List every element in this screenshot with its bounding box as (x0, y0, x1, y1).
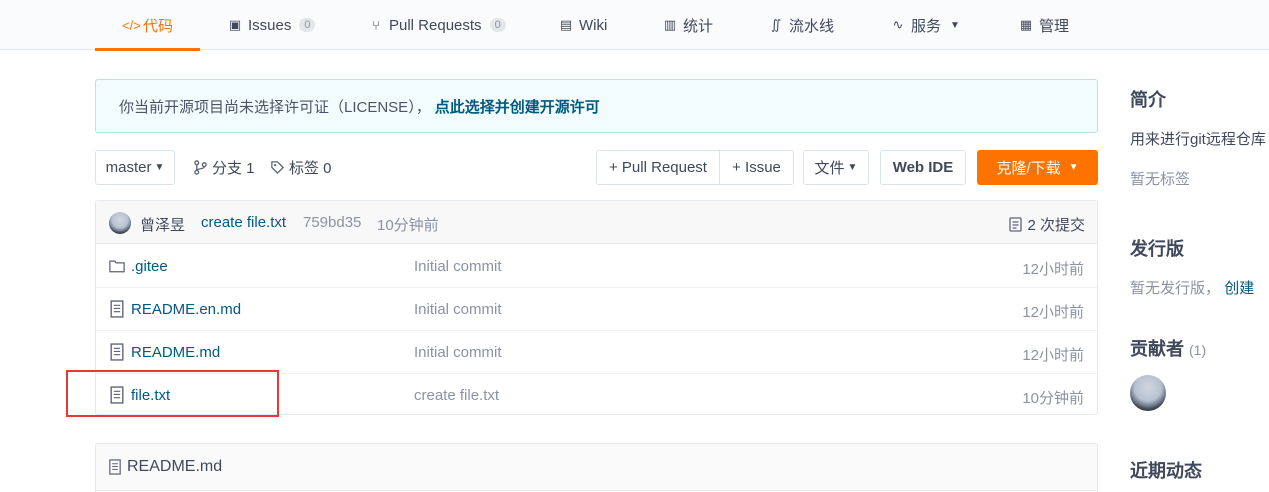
file-name-link[interactable]: .gitee (131, 258, 168, 275)
tab-pipeline-label: 流水线 (789, 17, 835, 35)
bar-chart-icon: ▥ (663, 17, 677, 32)
tab-pipeline[interactable]: ∬ 流水线 (768, 0, 834, 50)
tab-code-label: 代码 (142, 17, 173, 35)
highlight-box (66, 370, 279, 417)
tab-pull-requests[interactable]: ⑂ Pull Requests 0 (368, 0, 506, 50)
branch-select[interactable]: master ▼ (95, 150, 175, 185)
file-row[interactable]: README.en.md Initial commit 12小时前 (96, 288, 1097, 331)
commit-count-label: 2 次提交 (1027, 217, 1085, 234)
readme-title: README.md (127, 458, 223, 475)
create-license-link[interactable]: 点此选择并创建开源许可 (435, 96, 600, 117)
avatar[interactable] (109, 212, 131, 234)
no-tags-text: 暂无标签 (1130, 171, 1191, 188)
file-icon (110, 300, 124, 318)
file-icon (109, 459, 121, 475)
commit-hash[interactable]: 759bd35 (303, 214, 361, 231)
web-ide-button[interactable]: Web IDE (880, 150, 966, 185)
commits-icon (1009, 217, 1023, 232)
tab-wiki[interactable]: ▤ Wiki (558, 0, 607, 50)
contributors-count: (1) (1189, 342, 1207, 358)
issues-icon: ▣ (228, 17, 242, 32)
file-row[interactable]: .gitee Initial commit 12小时前 (96, 245, 1097, 288)
file-commit-message[interactable]: Initial commit (414, 344, 502, 361)
file-commit-message[interactable]: create file.txt (414, 387, 499, 404)
tags-label: 标签 0 (289, 159, 332, 177)
file-menu-label: 文件 (814, 160, 845, 177)
commit-author[interactable]: 曾泽昱 (140, 214, 185, 235)
pulse-icon: ∿ (892, 17, 904, 32)
license-text: 你当前开源项目尚未选择许可证（LICENSE）， (119, 98, 431, 116)
folder-icon (109, 260, 125, 273)
file-name-link[interactable]: README.md (131, 344, 220, 361)
book-icon: ▤ (559, 17, 573, 32)
repo-nav: </> 代码 ▣ Issues 0 ⑂ Pull Requests 0 ▤ Wi… (0, 0, 1269, 51)
pipeline-icon: ∬ (770, 17, 782, 32)
commit-time: 10分钟前 (377, 217, 439, 234)
file-menu-button[interactable]: 文件 ▼ (803, 150, 869, 185)
file-commit-time: 10分钟前 (1022, 390, 1084, 407)
code-icon: </> (121, 17, 141, 33)
new-pull-request-button[interactable]: + Pull Request (596, 150, 720, 185)
caret-down-icon: ▼ (154, 162, 165, 173)
caret-down-icon: ▼ (950, 19, 960, 31)
latest-commit-bar: 曾泽昱 create file.txt 759bd35 10分钟前 2 次提交 (96, 201, 1097, 244)
tab-stats-label: 统计 (683, 17, 714, 35)
release-heading: 发行版 (1130, 239, 1184, 259)
license-banner: 你当前开源项目尚未选择许可证（LICENSE）， 点此选择并创建开源许可 (95, 79, 1098, 133)
branch-icon (194, 159, 207, 175)
contributors-heading: 贡献者 (1) (1130, 335, 1206, 361)
tab-issues-label: Issues (248, 16, 292, 34)
create-release-link[interactable]: 创建 (1224, 280, 1254, 297)
tab-wiki-label: Wiki (579, 16, 608, 34)
tab-issues[interactable]: ▣ Issues 0 (227, 0, 316, 50)
commit-message-link[interactable]: create file.txt (201, 214, 286, 231)
readme-panel: README.md (95, 443, 1098, 492)
contributor-avatar[interactable] (1130, 375, 1166, 411)
file-row[interactable]: README.md Initial commit 12小时前 (96, 331, 1097, 374)
intro-text: 用来进行git远程仓库 (1130, 131, 1266, 148)
tag-icon (271, 160, 285, 174)
tab-manage[interactable]: ▦ 管理 (1018, 0, 1069, 50)
tab-stats[interactable]: ▥ 统计 (662, 0, 713, 50)
file-commit-message[interactable]: Initial commit (414, 301, 502, 318)
divider (96, 490, 1097, 491)
activity-heading: 近期动态 (1130, 461, 1202, 481)
tab-code[interactable]: </> 代码 (95, 0, 200, 51)
tab-manage-label: 管理 (1039, 17, 1070, 35)
file-name-link[interactable]: README.en.md (131, 301, 241, 318)
issues-count-badge: 0 (299, 18, 316, 32)
commit-count-link[interactable]: 2 次提交 (1009, 214, 1085, 235)
pull-request-icon: ⑂ (372, 17, 380, 33)
new-issue-button[interactable]: + Issue (719, 150, 794, 185)
file-commit-time: 12小时前 (1022, 347, 1084, 364)
readme-header[interactable]: README.md (108, 458, 222, 476)
branches-label: 分支 1 (212, 159, 255, 177)
file-commit-time: 12小时前 (1022, 304, 1084, 321)
tags-link[interactable]: 标签 0 (270, 157, 332, 177)
tab-services-label: 服务 (911, 17, 942, 35)
branches-link[interactable]: 分支 1 (193, 157, 255, 177)
tab-pull-requests-label: Pull Requests (389, 16, 482, 34)
no-release-text: 暂无发行版， (1130, 280, 1221, 297)
file-icon (110, 343, 124, 361)
intro-heading: 简介 (1130, 90, 1166, 110)
clone-download-button[interactable]: 克隆/下载 ▼ (977, 150, 1098, 185)
file-commit-time: 12小时前 (1022, 261, 1084, 278)
caret-down-icon: ▼ (847, 162, 858, 173)
tab-services[interactable]: ∿ 服务 ▼ (890, 0, 960, 50)
branch-select-label: master (105, 159, 152, 176)
file-commit-message[interactable]: Initial commit (414, 258, 502, 275)
contributors-heading-label: 贡献者 (1130, 339, 1184, 359)
manage-icon: ▦ (1019, 17, 1033, 32)
release-info: 暂无发行版， 创建 (1130, 277, 1254, 298)
clone-download-label: 克隆/下载 (996, 160, 1061, 177)
pull-requests-count-badge: 0 (489, 18, 506, 32)
caret-down-icon: ▼ (1068, 162, 1079, 173)
